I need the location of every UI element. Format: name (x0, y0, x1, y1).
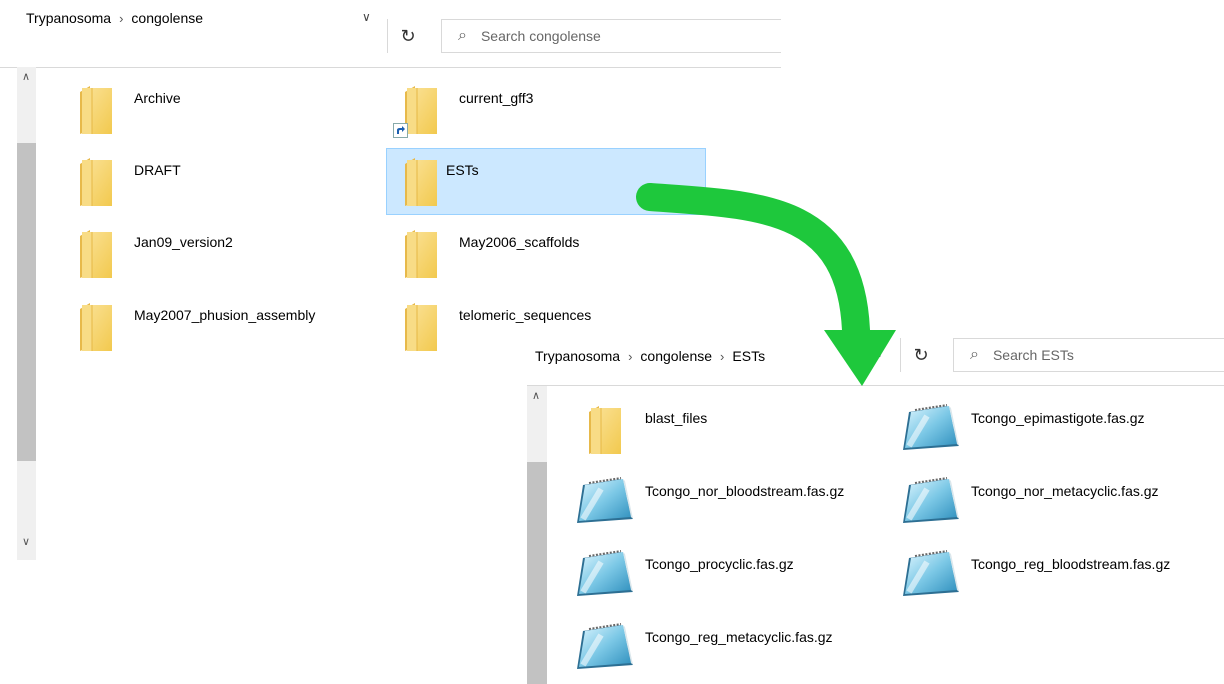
folder-icon (403, 84, 439, 136)
divider (900, 338, 901, 372)
folder-icon (403, 228, 439, 280)
notepad-file-icon (901, 548, 961, 600)
folder-icon (403, 156, 439, 208)
search-box[interactable]: ⌕ Search congolense (441, 19, 781, 53)
vertical-scrollbar[interactable] (527, 386, 547, 684)
item-label: Tcongo_nor_bloodstream.fas.gz (645, 483, 845, 499)
search-icon: ⌕ (458, 27, 467, 44)
notepad-file-icon (575, 475, 635, 527)
chevron-right-icon: › (720, 348, 725, 364)
address-bar[interactable]: Trypanosoma › congolense (26, 0, 203, 36)
item-label: current_gff3 (459, 90, 534, 106)
folder-item-ests[interactable]: ESTs (386, 148, 706, 215)
item-label: May2007_phusion_assembly (134, 307, 316, 323)
notepad-file-icon (575, 621, 635, 673)
vertical-scrollbar[interactable] (17, 67, 36, 560)
refresh-icon[interactable]: ↻ (391, 19, 425, 53)
chevron-right-icon: › (119, 10, 124, 26)
shortcut-arrow-icon (393, 123, 408, 138)
address-bar[interactable]: Trypanosoma › congolense › ESTs (535, 338, 765, 374)
notepad-file-icon (901, 402, 961, 454)
folder-icon (587, 404, 623, 456)
scrollbar-thumb[interactable] (527, 462, 547, 684)
breadcrumb-trypanosoma[interactable]: Trypanosoma (535, 348, 620, 364)
item-label: telomeric_sequences (459, 307, 592, 323)
file-item-tcongo-epimastigote[interactable]: Tcongo_epimastigote.fas.gz (899, 398, 1224, 462)
item-label: May2006_scaffolds (459, 234, 580, 250)
item-label: Tcongo_procyclic.fas.gz (645, 556, 794, 572)
scroll-down-icon[interactable]: ∨ (22, 535, 30, 548)
refresh-icon[interactable]: ↻ (904, 338, 938, 372)
item-label: Tcongo_reg_bloodstream.fas.gz (971, 556, 1171, 572)
scroll-up-icon[interactable]: ∧ (532, 389, 540, 402)
file-item-tcongo-procyclic[interactable]: Tcongo_procyclic.fas.gz (569, 544, 894, 608)
item-label: Jan09_version2 (134, 234, 233, 250)
divider (527, 385, 1224, 386)
notepad-file-icon (901, 475, 961, 527)
breadcrumb-ests[interactable]: ESTs (732, 348, 765, 364)
item-label: Tcongo_nor_metacyclic.fas.gz (971, 483, 1159, 499)
file-item-tcongo-nor-metacyclic[interactable]: Tcongo_nor_metacyclic.fas.gz (899, 471, 1224, 535)
folder-icon (78, 301, 114, 353)
chevron-down-icon[interactable]: ∨ (875, 346, 884, 360)
breadcrumb-congolense[interactable]: congolense (131, 10, 203, 26)
folder-icon (78, 228, 114, 280)
search-placeholder: Search congolense (480, 28, 601, 44)
divider (387, 19, 388, 53)
chevron-right-icon: › (628, 348, 633, 364)
folder-item-current-gff3[interactable]: current_gff3 (387, 78, 707, 142)
folder-item-draft[interactable]: DRAFT (62, 150, 362, 214)
folder-item-archive[interactable]: Archive (62, 78, 362, 142)
folder-item-may2007-phusion-assembly[interactable]: May2007_phusion_assembly (62, 295, 362, 359)
file-item-tcongo-nor-bloodstream[interactable]: Tcongo_nor_bloodstream.fas.gz (569, 471, 894, 535)
file-item-tcongo-reg-metacyclic[interactable]: Tcongo_reg_metacyclic.fas.gz (569, 617, 894, 681)
folder-icon (78, 84, 114, 136)
file-item-tcongo-reg-bloodstream[interactable]: Tcongo_reg_bloodstream.fas.gz (899, 544, 1224, 608)
folder-icon (78, 156, 114, 208)
folder-item-jan09-version2[interactable]: Jan09_version2 (62, 222, 362, 286)
divider (0, 67, 781, 68)
search-icon: ⌕ (970, 346, 979, 363)
folder-icon (403, 301, 439, 353)
explorer-window-ests: Trypanosoma › congolense › ESTs ∨ ↻ ⌕ Se… (527, 336, 1224, 684)
item-label: Archive (134, 90, 181, 106)
item-label: Tcongo_epimastigote.fas.gz (971, 410, 1145, 426)
scroll-up-icon[interactable]: ∧ (22, 70, 30, 83)
folder-item-may2006-scaffolds[interactable]: May2006_scaffolds (387, 222, 707, 286)
chevron-down-icon[interactable]: ∨ (362, 10, 371, 24)
scrollbar-thumb[interactable] (17, 143, 36, 461)
folder-item-blast-files[interactable]: blast_files (569, 398, 889, 462)
search-box[interactable]: ⌕ Search ESTs (953, 338, 1224, 372)
item-label: blast_files (645, 410, 708, 426)
item-label: DRAFT (134, 162, 181, 178)
breadcrumb-congolense[interactable]: congolense (640, 348, 712, 364)
breadcrumb-trypanosoma[interactable]: Trypanosoma (26, 10, 111, 26)
notepad-file-icon (575, 548, 635, 600)
search-placeholder: Search ESTs (992, 347, 1074, 363)
item-label: Tcongo_reg_metacyclic.fas.gz (645, 629, 833, 645)
item-label: ESTs (446, 162, 479, 178)
